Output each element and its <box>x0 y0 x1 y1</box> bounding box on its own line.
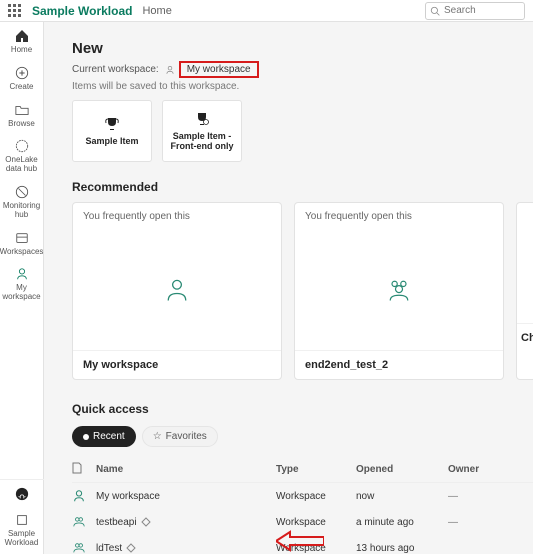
col-icon <box>72 462 96 477</box>
table-row[interactable]: ldTest Workspace 13 hours ago <box>72 535 533 554</box>
plus-circle-icon <box>14 65 30 81</box>
row-name: testbeapi <box>96 517 137 528</box>
col-type[interactable]: Type <box>276 464 356 475</box>
quick-access-table: Name Type Opened Owner My workspace Work… <box>72 457 533 554</box>
nav-sample-workload[interactable]: Sample Workload <box>0 508 44 554</box>
nav-github[interactable] <box>0 479 44 508</box>
nav-home[interactable]: Home <box>0 24 44 61</box>
search-input[interactable] <box>444 5 514 16</box>
new-section-hint: Items will be saved to this workspace. <box>72 81 533 92</box>
recommended-card-reason: You frequently open this <box>295 203 503 230</box>
quick-access-title: Quick access <box>72 402 533 416</box>
person-icon <box>14 266 30 282</box>
person-small-icon <box>165 65 175 75</box>
row-owner: — <box>448 491 508 502</box>
github-icon <box>14 486 30 502</box>
row-opened: a minute ago <box>356 517 448 528</box>
tile-label: Sample Item <box>81 136 142 146</box>
nav-monitoring[interactable]: Monitoring hub <box>0 180 44 226</box>
new-section-title: New <box>72 40 533 57</box>
group-icon <box>72 541 86 554</box>
tile-sample-item-frontend[interactable]: Sample Item - Front-end only <box>162 100 242 162</box>
tab-favorites-label: Favorites <box>166 431 207 442</box>
star-icon: ☆ <box>153 431 162 442</box>
workspaces-icon <box>14 230 30 246</box>
recommended-card[interactable]: You frequently open this end2end_test_2 <box>294 202 504 380</box>
onelake-icon <box>14 138 30 154</box>
col-opened[interactable]: Opened <box>356 464 448 475</box>
row-opened: now <box>356 491 448 502</box>
tile-sample-item[interactable]: Sample Item <box>72 100 152 162</box>
col-name[interactable]: Name <box>96 464 276 475</box>
row-name: ldTest <box>96 543 122 554</box>
nav-workspaces[interactable]: Workspaces <box>0 226 44 263</box>
workspace-person-icon <box>163 276 191 304</box>
recommended-card-name: My workspace <box>73 350 281 379</box>
workspace-group-icon <box>385 276 413 304</box>
search-box[interactable] <box>425 2 525 20</box>
row-name: My workspace <box>96 491 160 502</box>
row-opened: 13 hours ago <box>356 543 448 554</box>
diamond-icon <box>126 543 136 553</box>
row-type: Workspace <box>276 543 356 554</box>
nav-onelake[interactable]: OneLake data hub <box>0 134 44 180</box>
recommended-title: Recommended <box>72 180 533 194</box>
recommended-card-name: Ch <box>517 323 533 352</box>
diamond-icon <box>141 517 151 527</box>
trophy-icon <box>104 116 120 132</box>
recommended-card-reason: You frequently open this <box>73 203 281 230</box>
left-nav-rail: Home Create Browse OneLake data hub Moni… <box>0 22 44 554</box>
monitor-icon <box>14 184 30 200</box>
app-title[interactable]: Sample Workload <box>32 4 132 18</box>
trophy-cog-icon <box>194 111 210 127</box>
tile-label: Sample Item - Front-end only <box>163 131 241 152</box>
search-icon <box>430 6 440 16</box>
current-workspace-name[interactable]: My workspace <box>179 61 259 78</box>
table-row[interactable]: My workspace Workspace now — <box>72 483 533 509</box>
recommended-card[interactable]: Ch <box>516 202 533 380</box>
recommended-card[interactable]: You frequently open this My workspace <box>72 202 282 380</box>
col-owner[interactable]: Owner <box>448 464 508 475</box>
nav-browse[interactable]: Browse <box>0 98 44 135</box>
table-row[interactable]: testbeapi Workspace a minute ago — <box>72 509 533 535</box>
app-launcher-icon[interactable] <box>8 4 22 18</box>
main-content: New Current workspace: My workspace Item… <box>44 22 533 554</box>
row-type: Workspace <box>276 517 356 528</box>
nav-my-workspace[interactable]: My workspace <box>0 262 44 308</box>
document-icon <box>72 462 82 474</box>
nav-create[interactable]: Create <box>0 61 44 98</box>
tab-recent[interactable]: Recent <box>72 426 136 447</box>
workload-icon <box>14 512 30 528</box>
tab-favorites[interactable]: ☆ Favorites <box>142 426 218 447</box>
row-type: Workspace <box>276 491 356 502</box>
row-owner: — <box>448 517 508 528</box>
recommended-card-name: end2end_test_2 <box>295 350 503 379</box>
current-workspace-label: Current workspace: <box>72 64 159 75</box>
folder-icon <box>14 102 30 118</box>
home-icon <box>14 28 30 44</box>
breadcrumb-home[interactable]: Home <box>142 5 171 17</box>
group-icon <box>72 515 86 529</box>
clock-dot-icon <box>83 434 89 440</box>
person-icon <box>72 489 86 503</box>
tab-recent-label: Recent <box>93 431 125 442</box>
